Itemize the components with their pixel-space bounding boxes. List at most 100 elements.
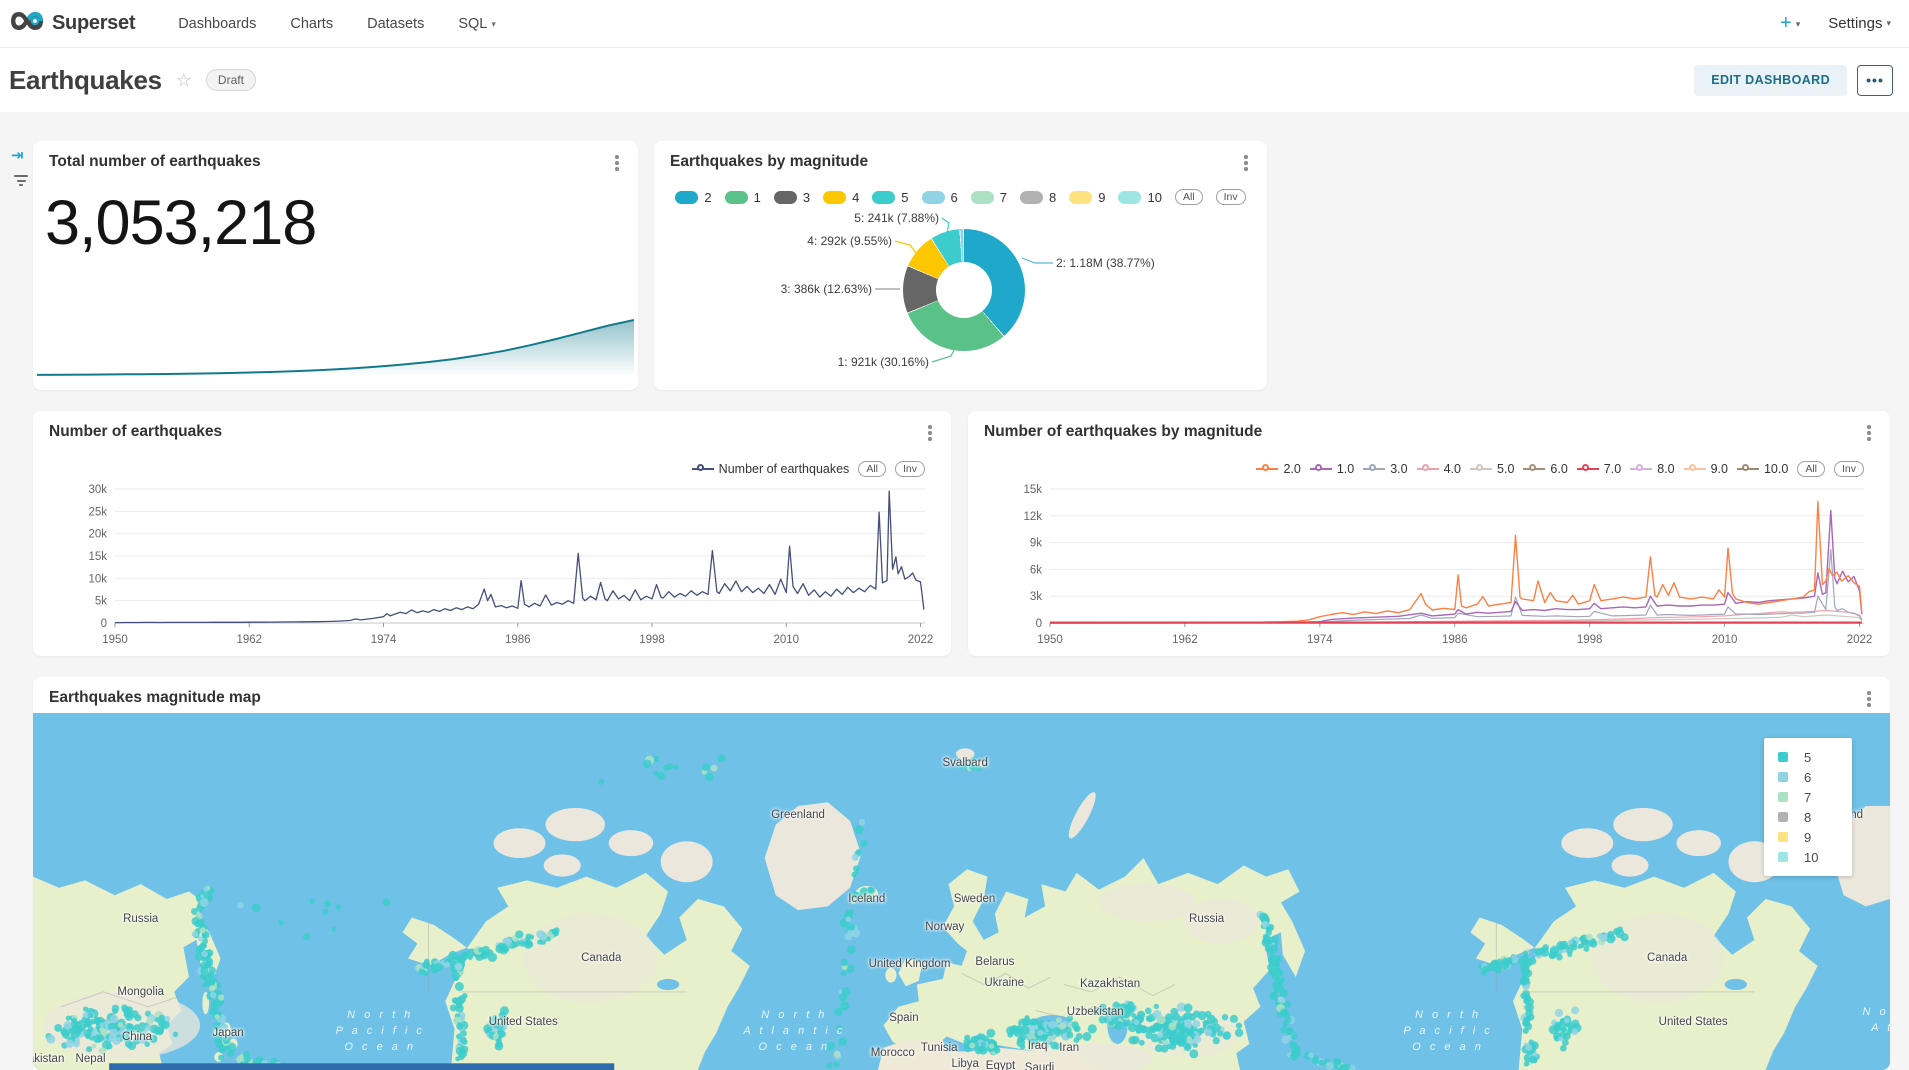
world-map[interactable]: SvalbardGreenlandGreenlandIcelandSwedenN…	[33, 713, 1890, 1070]
line-chart[interactable]: 05k10k15k20k25k30k1950196219741986199820…	[49, 481, 935, 649]
legend-swatch	[725, 191, 748, 204]
chart-kebab-menu[interactable]	[1862, 425, 1876, 443]
donut-callout: 4: 292k (9.55%)	[772, 234, 892, 248]
card-total-earthquakes: Total number of earthquakes 3,053,218	[33, 141, 638, 390]
legend-label: 2	[704, 190, 711, 205]
series-marker-icon	[1470, 464, 1492, 474]
legend-item-8.0[interactable]: 8.0	[1630, 462, 1674, 476]
inv-button[interactable]: Inv	[895, 461, 925, 477]
legend-item-4[interactable]: 4	[823, 190, 859, 205]
edit-dashboard-button[interactable]: EDIT DASHBOARD	[1694, 65, 1847, 96]
all-button[interactable]: All	[1797, 461, 1825, 477]
legend-swatch	[1778, 852, 1788, 862]
dashboard-more-button[interactable]: •••	[1857, 65, 1893, 96]
chevron-down-icon: ▾	[1796, 19, 1801, 29]
expand-filter-bar-icon[interactable]: ⇥	[11, 146, 31, 164]
legend-item-3[interactable]: 3	[774, 190, 810, 205]
card-earthquakes-magnitude-map: Earthquakes magnitude map	[33, 677, 1890, 1070]
legend-swatch	[1778, 832, 1788, 842]
donut-callout: 1: 921k (30.16%)	[809, 355, 929, 369]
all-button[interactable]: All	[1175, 189, 1203, 205]
legend-item-9[interactable]: 9	[1069, 190, 1105, 205]
legend-label: 7	[1000, 190, 1007, 205]
trendline-chart[interactable]	[37, 312, 634, 378]
nav-item-datasets[interactable]: Datasets	[350, 16, 441, 32]
legend-label: 7	[1804, 790, 1811, 805]
legend-label: 1	[754, 190, 761, 205]
page-title: Earthquakes	[9, 65, 162, 96]
x-tick-label: 1974	[1307, 634, 1333, 646]
legend-label: 4.0	[1444, 462, 1461, 476]
nav-menu: DashboardsChartsDatasetsSQL▾	[161, 16, 513, 32]
line-chart[interactable]: 03k6k9k12k15k195019621974198619982010202…	[984, 481, 1874, 649]
all-button[interactable]: All	[858, 461, 886, 477]
legend-item-6.0[interactable]: 6.0	[1523, 462, 1567, 476]
legend-label: 9	[1804, 830, 1811, 845]
series-marker-icon	[1310, 464, 1332, 474]
donut-callout: 3: 386k (12.63%)	[752, 282, 872, 296]
card-number-of-earthquakes: Number of earthquakes Number of earthqua…	[33, 411, 951, 656]
nav-item-charts[interactable]: Charts	[273, 16, 350, 32]
legend-item-5.0[interactable]: 5.0	[1470, 462, 1514, 476]
chart-kebab-menu[interactable]	[1862, 691, 1876, 709]
y-tick-label: 3k	[1030, 591, 1042, 603]
chart-kebab-menu[interactable]	[1239, 155, 1253, 173]
map-legend-item-8[interactable]: 8	[1778, 807, 1852, 827]
legend-item-4.0[interactable]: 4.0	[1417, 462, 1461, 476]
y-tick-label: 6k	[1030, 564, 1042, 576]
x-tick-label: 1974	[371, 634, 397, 646]
new-item-button[interactable]: +▾	[1780, 12, 1800, 35]
legend-item-9.0[interactable]: 9.0	[1684, 462, 1728, 476]
legend-item-1.0[interactable]: 1.0	[1310, 462, 1354, 476]
legend-label: 9	[1098, 190, 1105, 205]
legend-label: 5	[901, 190, 908, 205]
legend-label: 8.0	[1657, 462, 1674, 476]
settings-menu[interactable]: Settings▾	[1828, 15, 1891, 32]
superset-logo[interactable]: Superset	[10, 10, 135, 37]
legend-item-2[interactable]: 2	[675, 190, 711, 205]
legend-item-6[interactable]: 6	[922, 190, 958, 205]
legend-label: 3	[803, 190, 810, 205]
legend-swatch	[971, 191, 994, 204]
y-tick-label: 30k	[88, 484, 107, 496]
map-legend: 56 7 8 9 10	[1764, 738, 1852, 876]
nav-item-sql[interactable]: SQL▾	[441, 16, 513, 32]
legend-item-10[interactable]: 10	[1118, 190, 1161, 205]
chart-title: Earthquakes by magnitude	[670, 153, 868, 171]
legend-item-8[interactable]: 8	[1020, 190, 1056, 205]
map-legend-item-6[interactable]: 6	[1778, 767, 1852, 787]
map-legend-item-9[interactable]: 9	[1778, 827, 1852, 847]
legend-swatch	[1118, 191, 1141, 204]
legend-item-5[interactable]: 5	[872, 190, 908, 205]
legend-item-3.0[interactable]: 3.0	[1363, 462, 1407, 476]
map-canvas[interactable]	[33, 713, 1890, 1070]
favorite-star-icon[interactable]: ☆	[176, 70, 192, 91]
inv-button[interactable]: Inv	[1216, 189, 1246, 205]
chevron-down-icon: ▾	[491, 19, 496, 29]
legend-item-1[interactable]: 1	[725, 190, 761, 205]
map-legend-item-10[interactable]: 10	[1778, 847, 1852, 867]
chevron-down-icon: ▾	[1886, 18, 1891, 28]
legend-item-7[interactable]: 7	[971, 190, 1007, 205]
legend-swatch	[1778, 752, 1788, 762]
map-legend-item-5[interactable]: 5	[1778, 747, 1852, 767]
chart-kebab-menu[interactable]	[923, 425, 937, 443]
series-marker-icon	[1577, 464, 1599, 474]
card-earthquakes-by-magnitude: Earthquakes by magnitude 21345678910AllI…	[654, 141, 1267, 390]
legend-swatch	[1778, 792, 1788, 802]
legend-label: 9.0	[1711, 462, 1728, 476]
legend-label: 4	[852, 190, 859, 205]
legend-item-Number of earthquakes[interactable]: Number of earthquakes	[692, 462, 850, 476]
nav-item-dashboards[interactable]: Dashboards	[161, 16, 273, 32]
series-marker-icon	[1417, 464, 1439, 474]
map-legend-item-7[interactable]: 7	[1778, 787, 1852, 807]
inv-button[interactable]: Inv	[1834, 461, 1864, 477]
chart-title: Number of earthquakes	[49, 423, 222, 441]
chart-title: Number of earthquakes by magnitude	[984, 423, 1262, 441]
donut-chart[interactable]	[903, 229, 1025, 351]
legend-item-7.0[interactable]: 7.0	[1577, 462, 1621, 476]
legend-item-2.0[interactable]: 2.0	[1256, 462, 1300, 476]
filter-funnel-icon[interactable]	[11, 172, 31, 190]
legend-item-10.0[interactable]: 10.0	[1737, 462, 1788, 476]
chart-kebab-menu[interactable]	[610, 155, 624, 173]
